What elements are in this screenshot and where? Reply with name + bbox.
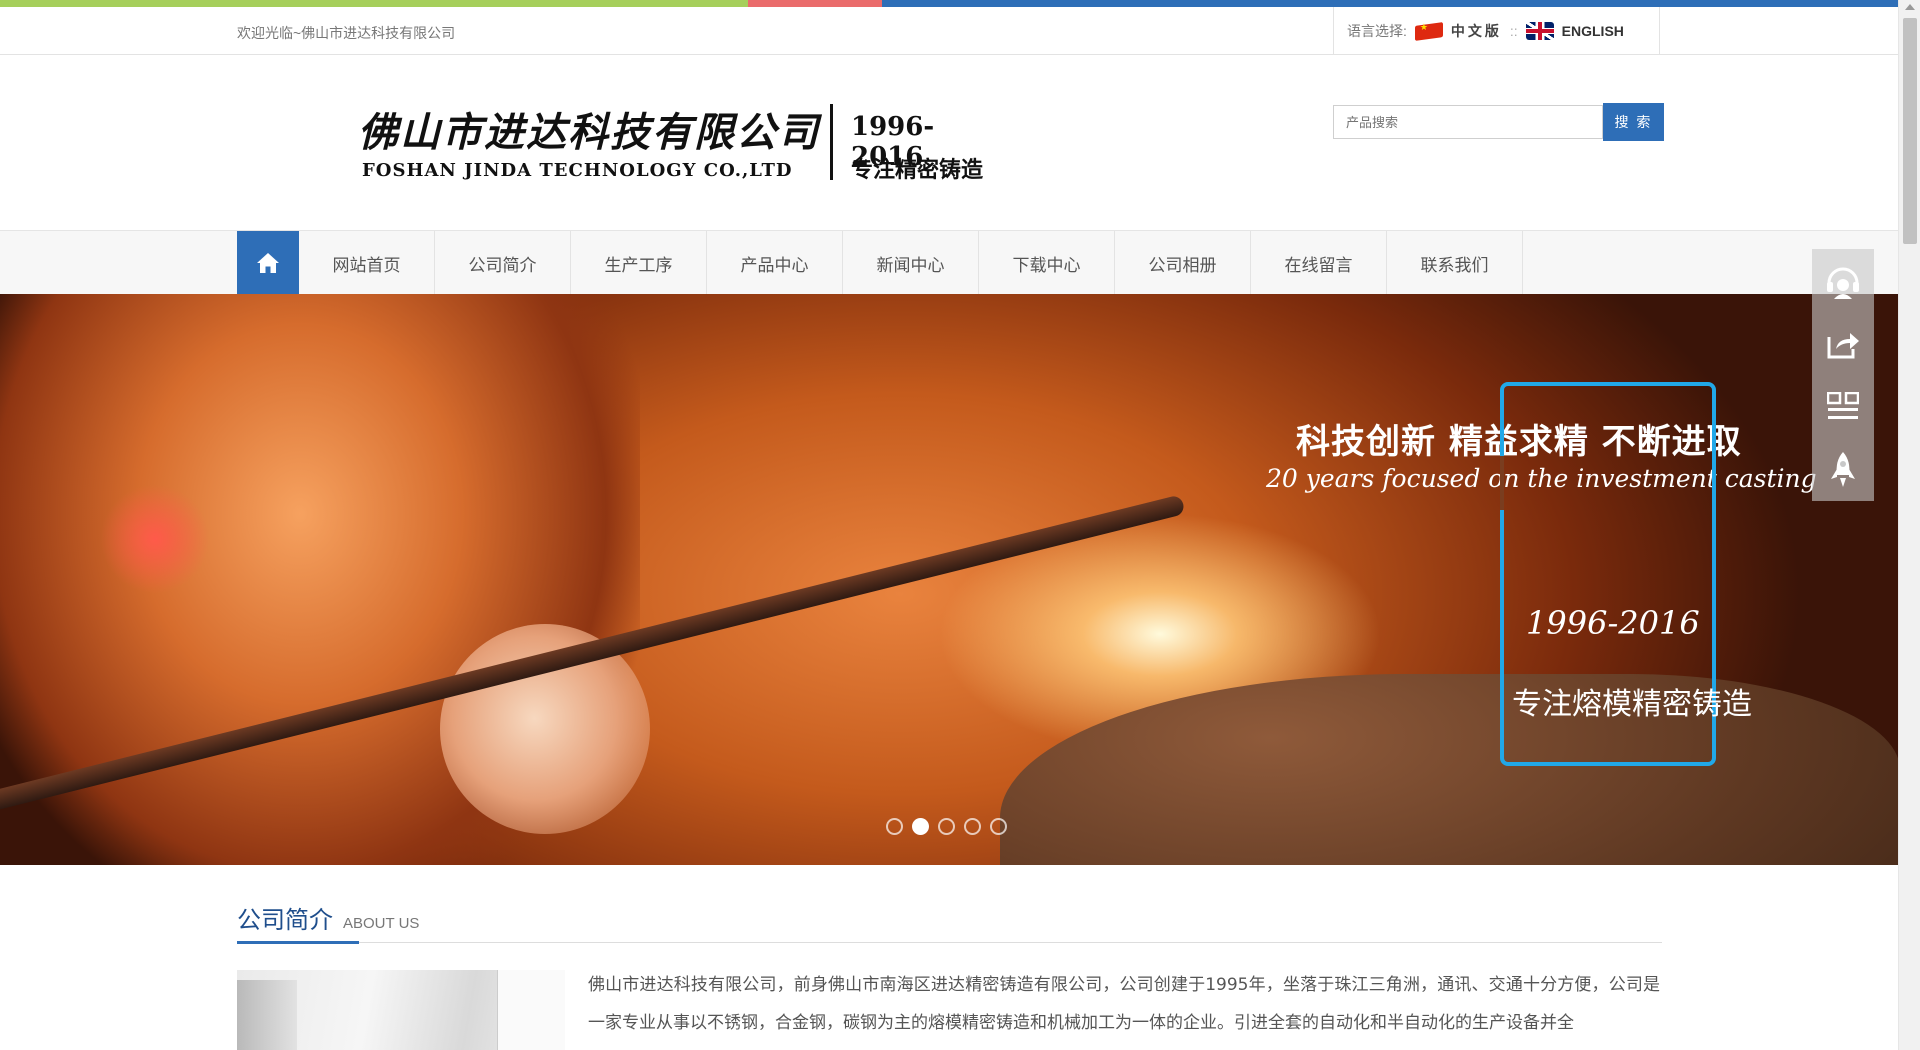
welcome-text: 欢迎光临~佛山市进达科技有限公司	[237, 25, 456, 41]
search-input[interactable]	[1333, 105, 1603, 139]
slider-dot[interactable]	[990, 818, 1007, 835]
share-icon	[1827, 332, 1859, 358]
scrollbar-thumb[interactable]	[1903, 18, 1917, 244]
logo-en-name: FOSHAN JINDA TECHNOLOGY CO.,LTD	[362, 160, 793, 181]
china-flag-icon[interactable]	[1415, 22, 1443, 40]
about-divider	[237, 941, 1662, 944]
slider-dot[interactable]	[964, 818, 981, 835]
nav-item-album[interactable]: 公司相册	[1115, 231, 1251, 295]
hero-banner[interactable]: 科技创新 精益求精 不断进取 20 years focused on the i…	[0, 294, 1898, 865]
nav-home-button[interactable]	[237, 231, 299, 295]
qrcode-icon	[1827, 391, 1859, 419]
top-bar-green	[0, 0, 748, 7]
logo-divider	[830, 104, 833, 180]
about-subtitle: ABOUT US	[343, 915, 420, 932]
top-bar-red	[748, 0, 882, 7]
about-title: 公司简介	[237, 907, 333, 934]
nav-item-download[interactable]: 下载中心	[979, 231, 1115, 295]
sidebar-top-button[interactable]	[1823, 450, 1863, 490]
slider-dot[interactable]	[938, 818, 955, 835]
about-text: 佛山市进达科技有限公司，前身佛山市南海区进达精密铸造有限公司，公司创建于1995…	[588, 975, 1660, 1033]
lang-english-link[interactable]: ENGLISH	[1562, 23, 1624, 39]
nav-item-about[interactable]: 公司简介	[435, 231, 571, 295]
product-search: 搜 索	[1333, 103, 1664, 141]
main-nav: 网站首页 公司简介 生产工序 产品中心 新闻中心 下载中心 公司相册 在线留言 …	[0, 230, 1898, 295]
language-selector: 语言选择: 中文版 :: ENGLISH	[1333, 7, 1660, 54]
company-logo[interactable]: 佛山市进达科技有限公司 FOSHAN JINDA TECHNOLOGY CO.,…	[358, 100, 1003, 190]
nav-item-process[interactable]: 生产工序	[571, 231, 707, 295]
sidebar-share-button[interactable]	[1823, 324, 1863, 364]
nav-item-home[interactable]: 网站首页	[299, 231, 435, 295]
nav-item-products[interactable]: 产品中心	[707, 231, 843, 295]
home-icon	[257, 253, 279, 273]
banner-highlight	[100, 484, 210, 594]
logo-cn-name: 佛山市进达科技有限公司	[358, 109, 820, 156]
lang-separator: ::	[1509, 22, 1518, 39]
about-section-header: 公司简介 ABOUT US	[237, 900, 419, 935]
logo-slogan: 专注精密铸造	[851, 158, 984, 183]
search-button[interactable]: 搜 索	[1603, 103, 1664, 141]
slider-dot-active[interactable]	[912, 818, 929, 835]
uk-flag-icon[interactable]	[1525, 21, 1554, 40]
floating-sidebar	[1812, 249, 1874, 501]
scroll-up-arrow-icon[interactable]	[1905, 4, 1915, 10]
page-scrollbar[interactable]	[1898, 0, 1920, 1050]
nav-item-message[interactable]: 在线留言	[1251, 231, 1387, 295]
nav-item-news[interactable]: 新闻中心	[843, 231, 979, 295]
about-company-image[interactable]	[237, 970, 565, 1050]
nav-item-contact[interactable]: 联系我们	[1387, 231, 1523, 295]
banner-years: 1996-2016	[1526, 604, 1700, 642]
top-bar-blue	[882, 0, 1898, 7]
rocket-icon	[1831, 451, 1855, 487]
sidebar-service-button[interactable]	[1823, 261, 1863, 301]
banner-box-slogan: 专注熔模精密铸造	[1512, 687, 1752, 722]
slider-dots	[886, 818, 1007, 835]
lang-chinese-link[interactable]: 中文版	[1451, 21, 1502, 41]
headset-icon	[1827, 267, 1859, 299]
banner-casting-mold	[1000, 674, 1898, 865]
top-color-bar	[0, 0, 1898, 7]
slider-dot[interactable]	[886, 818, 903, 835]
sidebar-qrcode-button[interactable]	[1823, 387, 1863, 427]
language-label: 语言选择:	[1347, 22, 1407, 39]
